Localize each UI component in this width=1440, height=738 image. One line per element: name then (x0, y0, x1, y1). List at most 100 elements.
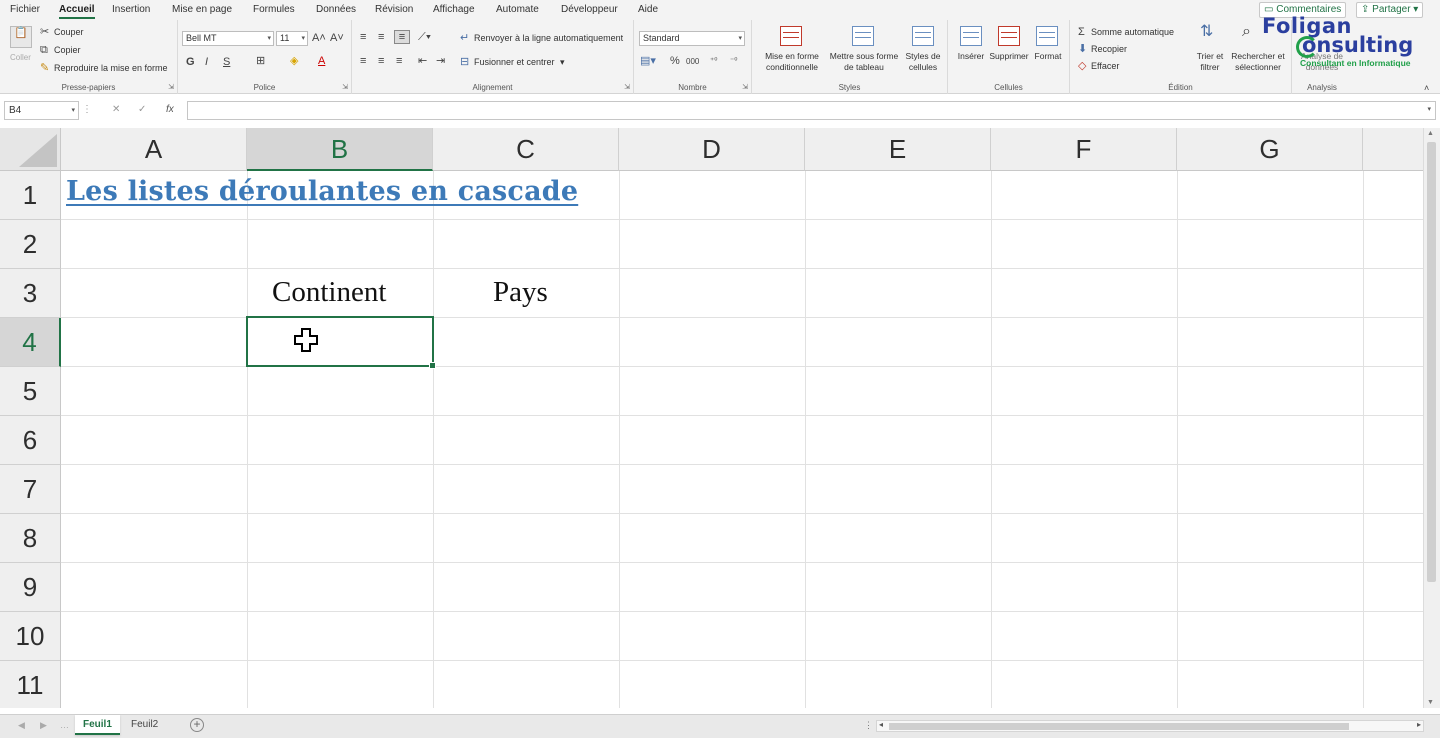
collapse-ribbon-icon[interactable]: ˄ (1424, 82, 1429, 94)
underline-button[interactable]: S (223, 56, 230, 68)
clear-button[interactable]: Effacer (1091, 61, 1119, 72)
delete-button[interactable]: Supprimer (986, 51, 1032, 62)
align-right-icon[interactable]: ≡ (396, 55, 402, 67)
tab-aide[interactable]: Aide (638, 4, 658, 15)
number-format-select[interactable]: Standard ▾ (639, 31, 745, 46)
column-header-d[interactable]: D (619, 128, 805, 171)
row-header-11[interactable]: 11 (0, 661, 61, 708)
sort-filter-icon[interactable]: ⇅ (1200, 24, 1213, 40)
tab-mise-en-page[interactable]: Mise en page (172, 4, 232, 15)
tab-developpeur[interactable]: Développeur (561, 4, 618, 15)
scroll-left-icon[interactable]: ◂ (879, 720, 883, 729)
column-header-g[interactable]: G (1177, 128, 1363, 171)
row-header-1[interactable]: 1 (0, 171, 61, 220)
format-table-button[interactable]: Mettre sous forme de tableau (826, 51, 902, 73)
shrink-font-icon[interactable]: A˅ (330, 32, 344, 44)
column-header-f[interactable]: F (991, 128, 1177, 171)
align-middle-icon[interactable]: ≡ (378, 31, 384, 43)
row-header-5[interactable]: 5 (0, 367, 61, 416)
active-cell-b4[interactable] (246, 316, 436, 369)
cut-button[interactable]: Couper (54, 27, 84, 38)
insert-function-icon[interactable]: fx (166, 104, 174, 115)
grow-font-icon[interactable]: A˄ (312, 32, 326, 44)
scroll-right-icon[interactable]: ▸ (1417, 720, 1421, 729)
fill-button[interactable]: Recopier (1091, 44, 1127, 55)
more-icon[interactable]: ⋮ (864, 720, 873, 731)
scroll-up-icon[interactable]: ▲ (1427, 130, 1434, 137)
merge-center-button[interactable]: Fusionner et centrer (474, 57, 555, 68)
borders-icon[interactable]: ⊞ (256, 55, 265, 67)
italic-button[interactable]: I (205, 56, 208, 68)
vertical-scrollbar[interactable]: ▲ ▼ (1423, 128, 1440, 708)
increase-indent-icon[interactable]: ⇥ (436, 55, 445, 67)
column-header-b[interactable]: B (247, 128, 433, 171)
row-header-2[interactable]: 2 (0, 220, 61, 269)
format-button[interactable]: Format (1030, 51, 1066, 62)
align-left-icon[interactable]: ≡ (360, 55, 366, 67)
horizontal-scrollbar[interactable]: ◂ ▸ (876, 720, 1424, 732)
name-box[interactable]: B4 ▾ (4, 101, 79, 120)
percent-icon[interactable]: % (670, 55, 680, 67)
launcher-icon[interactable]: ⇲ (342, 83, 348, 91)
cell-styles-button[interactable]: Styles de cellules (900, 51, 946, 73)
row-header-9[interactable]: 9 (0, 563, 61, 612)
cell-b3[interactable]: Continent (272, 276, 386, 309)
add-sheet-icon[interactable]: + (190, 718, 204, 732)
launcher-icon[interactable]: ⇲ (624, 83, 630, 91)
format-cells-icon[interactable] (1036, 26, 1058, 46)
next-sheet-icon[interactable]: ▶ (40, 720, 47, 731)
launcher-icon[interactable]: ⇲ (742, 83, 748, 91)
conditional-format-button[interactable]: Mise en forme conditionnelle (754, 51, 830, 73)
column-header-e[interactable]: E (805, 128, 991, 171)
insert-button[interactable]: Insérer (952, 51, 990, 62)
bold-button[interactable]: G (186, 56, 195, 68)
conditional-format-icon[interactable] (780, 26, 802, 46)
scroll-down-icon[interactable]: ▼ (1427, 699, 1434, 706)
scroll-thumb[interactable] (1427, 142, 1436, 582)
cancel-icon[interactable]: ✕ (112, 104, 120, 115)
row-header-10[interactable]: 10 (0, 612, 61, 661)
sheet-tab-feuil1[interactable]: Feuil1 (75, 715, 120, 735)
row-header-6[interactable]: 6 (0, 416, 61, 465)
format-table-icon[interactable] (852, 26, 874, 46)
cell-a1-title[interactable]: Les listes déroulantes en cascade (66, 176, 578, 207)
sheet-tab-feuil2[interactable]: Feuil2 (123, 715, 166, 735)
formula-input[interactable]: ▾ (187, 101, 1436, 120)
launcher-icon[interactable]: ⇲ (168, 83, 174, 91)
delete-cells-icon[interactable] (998, 26, 1020, 46)
cell-styles-icon[interactable] (912, 26, 934, 46)
more-sheets-icon[interactable]: … (60, 720, 69, 730)
thousands-icon[interactable]: 000 (686, 56, 699, 68)
column-header-h[interactable] (1363, 128, 1423, 171)
align-top-icon[interactable]: ≡ (360, 31, 366, 43)
increase-decimal-icon[interactable]: ⁺⁰ (710, 55, 717, 67)
autosum-button[interactable]: Somme automatique (1091, 27, 1174, 38)
tab-fichier[interactable]: Fichier (10, 4, 40, 15)
tab-affichage[interactable]: Affichage (433, 4, 475, 15)
cell-c3[interactable]: Pays (493, 276, 548, 309)
paste-button[interactable]: Coller (10, 52, 31, 63)
row-header-4[interactable]: 4 (0, 318, 61, 367)
scroll-thumb[interactable] (889, 723, 1349, 730)
row-header-7[interactable]: 7 (0, 465, 61, 514)
orientation-icon[interactable]: ⟋▾ (418, 31, 431, 43)
currency-icon[interactable]: ▤▾ (640, 55, 656, 67)
wrap-text-button[interactable]: Renvoyer à la ligne automatiquement (474, 33, 623, 44)
font-color-icon[interactable]: A (318, 55, 325, 67)
copy-button[interactable]: Copier (54, 45, 81, 56)
paste-icon[interactable]: 📋 (10, 26, 32, 48)
column-header-a[interactable]: A (61, 128, 247, 171)
tab-accueil[interactable]: Accueil (59, 4, 95, 19)
row-header-8[interactable]: 8 (0, 514, 61, 563)
prev-sheet-icon[interactable]: ◀ (18, 720, 25, 731)
tab-donnees[interactable]: Données (316, 4, 356, 15)
select-all-button[interactable] (0, 128, 61, 171)
more-icon[interactable]: ⋮ (82, 104, 92, 115)
column-header-c[interactable]: C (433, 128, 619, 171)
font-size-select[interactable]: 11 ▾ (276, 31, 308, 46)
decrease-decimal-icon[interactable]: ⁻⁰ (730, 55, 737, 67)
chevron-down-icon[interactable]: ▾ (1427, 105, 1431, 113)
search-icon[interactable]: ⌕ (1242, 24, 1251, 40)
fill-color-icon[interactable]: ◈ (290, 55, 298, 67)
tab-automate[interactable]: Automate (496, 4, 539, 15)
